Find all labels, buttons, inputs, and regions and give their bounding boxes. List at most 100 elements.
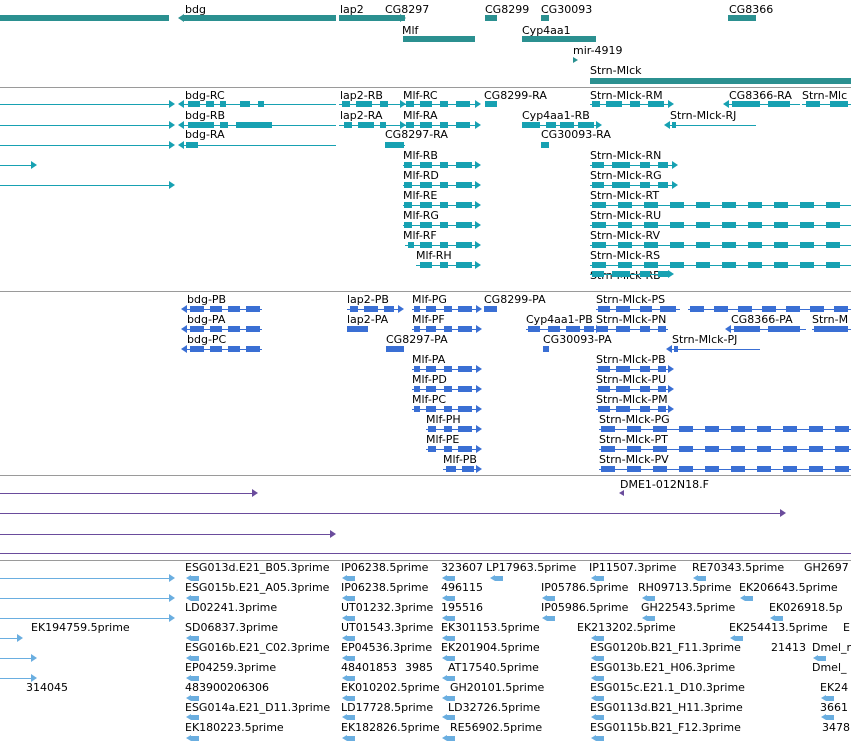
feature-glyph[interactable]	[775, 615, 783, 621]
feature-glyph[interactable]	[458, 426, 472, 432]
feature-glyph[interactable]	[403, 36, 475, 42]
feature-glyph[interactable]	[834, 306, 848, 312]
feature-glyph[interactable]	[447, 714, 455, 720]
feature-glyph[interactable]	[596, 675, 604, 681]
feature-glyph[interactable]	[384, 306, 394, 312]
feature-glyph[interactable]	[447, 615, 455, 621]
feature-glyph[interactable]	[748, 242, 762, 248]
feature-glyph[interactable]	[414, 406, 420, 412]
feature-glyph[interactable]	[414, 386, 420, 392]
feature-glyph[interactable]	[456, 202, 472, 208]
feature-glyph[interactable]	[458, 366, 472, 372]
feature-glyph[interactable]	[228, 346, 240, 352]
feature-glyph[interactable]	[774, 242, 788, 248]
feature-glyph[interactable]	[447, 695, 455, 701]
feature-glyph[interactable]	[658, 366, 666, 372]
feature-glyph[interactable]	[380, 101, 388, 107]
feature-glyph[interactable]	[696, 242, 710, 248]
feature-glyph[interactable]	[696, 202, 710, 208]
feature-glyph[interactable]	[731, 466, 745, 472]
feature-glyph[interactable]	[0, 124, 169, 126]
feature-glyph[interactable]	[456, 101, 470, 107]
feature-glyph[interactable]	[618, 242, 632, 248]
feature-glyph[interactable]	[640, 162, 650, 168]
feature-glyph[interactable]	[456, 222, 472, 228]
feature-glyph[interactable]	[757, 446, 771, 452]
feature-glyph[interactable]	[344, 122, 352, 128]
feature-glyph[interactable]	[0, 577, 169, 579]
feature-glyph[interactable]	[420, 122, 432, 128]
feature-glyph[interactable]	[696, 262, 710, 268]
feature-glyph[interactable]	[800, 262, 814, 268]
feature-glyph[interactable]	[774, 262, 788, 268]
feature-glyph[interactable]	[426, 406, 436, 412]
feature-glyph[interactable]	[408, 242, 414, 248]
feature-glyph[interactable]	[809, 426, 823, 432]
feature-glyph[interactable]	[783, 426, 797, 432]
feature-glyph[interactable]	[528, 326, 540, 332]
feature-glyph[interactable]	[444, 306, 452, 312]
feature-glyph[interactable]	[644, 262, 658, 268]
feature-glyph[interactable]	[440, 222, 448, 228]
feature-glyph[interactable]	[347, 714, 355, 720]
feature-glyph[interactable]	[670, 124, 756, 126]
feature-glyph[interactable]	[446, 466, 456, 472]
feature-glyph[interactable]	[647, 615, 655, 621]
feature-glyph[interactable]	[522, 36, 596, 42]
feature-glyph[interactable]	[420, 182, 432, 188]
feature-glyph[interactable]	[698, 575, 706, 581]
feature-glyph[interactable]	[246, 306, 260, 312]
feature-glyph[interactable]	[364, 306, 378, 312]
feature-glyph[interactable]	[672, 122, 676, 128]
feature-glyph[interactable]	[0, 617, 169, 619]
feature-glyph[interactable]	[440, 182, 448, 188]
feature-glyph[interactable]	[584, 326, 594, 332]
feature-glyph[interactable]	[658, 182, 668, 188]
feature-glyph[interactable]	[705, 466, 719, 472]
feature-glyph[interactable]	[0, 533, 330, 535]
feature-glyph[interactable]	[728, 15, 756, 21]
feature-glyph[interactable]	[404, 222, 412, 228]
feature-glyph[interactable]	[648, 101, 664, 107]
feature-glyph[interactable]	[809, 466, 823, 472]
feature-glyph[interactable]	[679, 446, 693, 452]
feature-glyph[interactable]	[440, 122, 448, 128]
feature-glyph[interactable]	[420, 222, 432, 228]
feature-glyph[interactable]	[458, 326, 472, 332]
feature-glyph[interactable]	[601, 446, 615, 452]
feature-glyph[interactable]	[627, 426, 641, 432]
feature-glyph[interactable]	[426, 306, 436, 312]
feature-glyph[interactable]	[428, 426, 436, 432]
feature-glyph[interactable]	[188, 122, 214, 128]
feature-glyph[interactable]	[440, 242, 448, 248]
feature-glyph[interactable]	[653, 446, 667, 452]
feature-glyph[interactable]	[228, 326, 240, 332]
feature-glyph[interactable]	[190, 306, 204, 312]
feature-glyph[interactable]	[592, 182, 604, 188]
feature-glyph[interactable]	[184, 144, 336, 146]
feature-glyph[interactable]	[598, 366, 610, 372]
feature-glyph[interactable]	[748, 202, 762, 208]
feature-glyph[interactable]	[444, 326, 452, 332]
feature-glyph[interactable]	[601, 466, 615, 472]
feature-glyph[interactable]	[456, 242, 472, 248]
feature-glyph[interactable]	[0, 184, 169, 186]
feature-glyph[interactable]	[184, 15, 336, 21]
feature-glyph[interactable]	[347, 695, 355, 701]
feature-glyph[interactable]	[0, 552, 851, 554]
feature-glyph[interactable]	[420, 262, 432, 268]
feature-glyph[interactable]	[191, 735, 199, 741]
feature-glyph[interactable]	[347, 635, 355, 641]
feature-glyph[interactable]	[0, 103, 169, 105]
feature-glyph[interactable]	[734, 326, 760, 332]
feature-glyph[interactable]	[191, 655, 199, 661]
feature-glyph[interactable]	[627, 446, 641, 452]
feature-glyph[interactable]	[447, 575, 455, 581]
feature-glyph[interactable]	[347, 675, 355, 681]
feature-glyph[interactable]	[814, 326, 848, 332]
feature-glyph[interactable]	[191, 595, 199, 601]
feature-glyph[interactable]	[658, 386, 666, 392]
feature-glyph[interactable]	[592, 202, 606, 208]
feature-glyph[interactable]	[236, 122, 272, 128]
feature-glyph[interactable]	[456, 162, 472, 168]
